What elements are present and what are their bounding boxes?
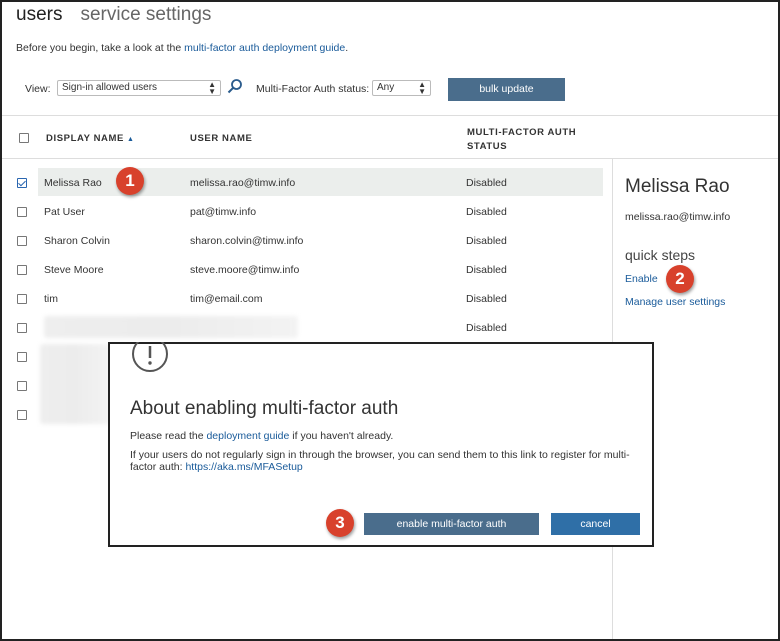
step-badge-2: 2 [666,265,694,293]
row-display-name[interactable]: Melissa Rao [44,177,102,189]
bulk-update-button[interactable]: bulk update [448,78,565,101]
search-icon[interactable] [227,78,243,94]
row-mfa-status: Disabled [466,177,507,189]
row-checkbox[interactable] [17,352,27,362]
blurred-row-content [44,316,298,338]
intro-prefix: Before you begin, take a look at the [16,42,185,54]
row-mfa-status: Disabled [466,293,507,305]
dialog-deployment-guide-link[interactable]: deployment guide [206,430,289,442]
select-arrows-icon: ▲ ▼ [418,80,426,96]
row-checkbox[interactable] [17,381,27,391]
selected-user-email: melissa.rao@timw.info [625,211,731,223]
row-checkbox[interactable] [17,323,27,333]
select-arrows-icon: ▲ ▼ [208,80,216,96]
row-user-name[interactable]: steve.moore@timw.info [190,264,299,276]
intro-text: Before you begin, take a look at the mul… [16,42,348,54]
row-mfa-status: Disabled [466,322,507,334]
row-display-name[interactable]: Sharon Colvin [44,235,110,247]
column-header-mfa-status[interactable]: MULTI-FACTOR AUTH STATUS [467,126,576,154]
sort-ascending-icon: ▲ [126,136,135,143]
row-checkbox[interactable] [17,265,27,275]
tab-service-settings[interactable]: service settings [80,4,211,26]
enable-mfa-button[interactable]: enable multi-factor auth [364,513,539,535]
dialog-title: About enabling multi-factor auth [130,398,399,419]
dialog-p1-suffix: if you haven't already. [289,430,394,442]
row-display-name[interactable]: Steve Moore [44,264,104,276]
row-user-name[interactable]: sharon.colvin@timw.info [190,235,303,247]
manage-user-settings-link[interactable]: Manage user settings [625,296,725,308]
row-user-name[interactable]: tim@email.com [190,293,263,305]
row-mfa-status: Disabled [466,264,507,276]
mfa-setup-link[interactable]: https://aka.ms/MFASetup [185,461,302,473]
row-checkbox[interactable] [17,207,27,217]
row-mfa-status: Disabled [466,235,507,247]
view-select-value: Sign-in allowed users [62,82,158,93]
blurred-row-content [40,344,110,424]
column-header-user-name[interactable]: USER NAME [190,133,252,144]
column-header-display-name[interactable]: DISPLAY NAME ▲ [46,133,134,144]
intro-suffix: . [345,42,349,54]
view-label: View: [25,83,51,95]
table-top-divider [2,115,778,116]
step-badge-3: 3 [326,509,354,537]
mfa-status-select-value: Any [377,82,395,93]
table-header-divider [2,158,778,159]
column-header-mfa-status-line2: STATUS [467,141,508,152]
enable-mfa-dialog: About enabling multi-factor auth Please … [108,342,654,547]
row-checkbox[interactable] [17,236,27,246]
row-display-name[interactable]: tim [44,293,58,305]
step-badge-1: 1 [116,167,144,195]
row-display-name[interactable]: Pat User [44,206,85,218]
cancel-button[interactable]: cancel [551,513,640,535]
quick-steps-heading: quick steps [625,247,696,263]
filter-bar: View: Sign-in allowed users ▲ ▼ Multi-Fac… [25,78,585,101]
row-mfa-status: Disabled [466,206,507,218]
deployment-guide-link[interactable]: multi-factor auth deployment guide [184,42,345,54]
dialog-registration-note: If your users do not regularly sign in t… [130,449,640,473]
column-header-mfa-status-line1: MULTI-FACTOR AUTH [467,127,577,138]
mfa-status-select[interactable]: Any ▲ ▼ [372,80,431,96]
row-user-name[interactable]: pat@timw.info [190,206,256,218]
row-user-name[interactable]: melissa.rao@timw.info [190,177,295,189]
row-checkbox[interactable] [17,294,27,304]
selected-user-name: Melissa Rao [625,176,730,197]
column-header-display-name-label: DISPLAY NAME [46,133,124,144]
row-checkbox[interactable] [17,178,27,188]
select-all-checkbox[interactable] [19,133,29,143]
dialog-p1-prefix: Please read the [130,430,207,442]
tab-users[interactable]: users [16,4,62,26]
view-select[interactable]: Sign-in allowed users ▲ ▼ [57,80,221,96]
row-checkbox[interactable] [17,410,27,420]
dialog-instructions: Please read the deployment guide if you … [130,430,393,442]
tab-bar: users service settings [16,4,211,26]
exclamation-icon [132,342,168,372]
enable-link[interactable]: Enable [625,273,658,285]
mfa-status-label: Multi-Factor Auth status: [256,83,370,95]
